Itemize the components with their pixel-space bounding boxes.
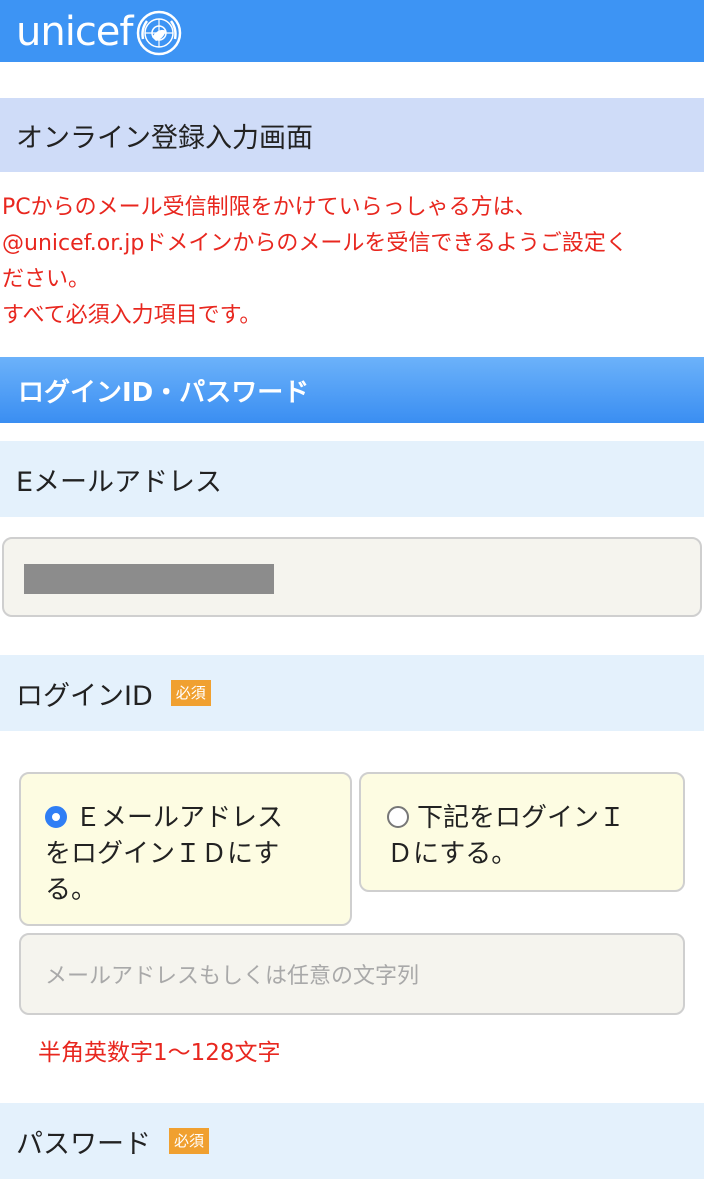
notice-line: ださい。 bbox=[2, 267, 91, 292]
required-badge: 必須 bbox=[169, 1128, 210, 1154]
redacted-value bbox=[24, 564, 274, 594]
radio-option-label: をログインＩＤにす bbox=[45, 839, 280, 869]
email-label: Eメールアドレス bbox=[16, 466, 223, 498]
login-id-placeholder: メールアドレスもしくは任意の文字列 bbox=[45, 964, 420, 989]
email-label-bar: Eメールアドレス bbox=[0, 441, 704, 517]
page-title: オンライン登録入力画面 bbox=[16, 122, 313, 154]
un-emblem-icon bbox=[136, 10, 181, 56]
login-id-label: ログインID bbox=[16, 680, 153, 712]
notice-line: @unicef.or.jpドメインからのメールを受信できるようご設定く bbox=[2, 231, 628, 256]
login-id-input[interactable]: メールアドレスもしくは任意の文字列 bbox=[19, 933, 685, 1015]
radio-unchecked-icon[interactable] bbox=[387, 806, 409, 828]
radio-option-label: る。 bbox=[45, 875, 98, 905]
radio-option-label: Ｄにする。 bbox=[387, 839, 518, 869]
required-badge: 必須 bbox=[170, 680, 211, 706]
unicef-logo[interactable]: unicef bbox=[16, 4, 183, 60]
section-header-login: ログインID・パスワード bbox=[0, 357, 704, 423]
section-title: ログインID・パスワード bbox=[18, 377, 310, 408]
notice-text: PCからのメール受信制限をかけていらっしゃる方は、 @unicef.or.jpド… bbox=[2, 190, 702, 334]
site-header: unicef bbox=[0, 0, 704, 62]
page-title-bar: オンライン登録入力画面 bbox=[0, 98, 704, 172]
email-field[interactable] bbox=[2, 537, 702, 617]
radio-checked-icon[interactable] bbox=[45, 806, 67, 828]
password-label-bar: パスワード 必須 bbox=[0, 1103, 704, 1179]
login-id-label-bar: ログインID 必須 bbox=[0, 655, 704, 731]
login-id-hint: 半角英数字1〜128文字 bbox=[38, 1040, 281, 1066]
radio-email-as-login-id[interactable]: Ｅメールアドレス をログインＩＤにす る。 bbox=[19, 772, 352, 926]
password-label: パスワード bbox=[16, 1128, 151, 1160]
radio-option-label: 下記をログインＩ bbox=[417, 803, 626, 833]
radio-custom-login-id[interactable]: 下記をログインＩ Ｄにする。 bbox=[359, 772, 685, 892]
notice-line: すべて必須入力項目です。 bbox=[2, 303, 262, 328]
notice-line: PCからのメール受信制限をかけていらっしゃる方は、 bbox=[2, 195, 537, 220]
radio-option-label: Ｅメールアドレス bbox=[75, 803, 284, 833]
logo-text: unicef bbox=[16, 9, 133, 55]
